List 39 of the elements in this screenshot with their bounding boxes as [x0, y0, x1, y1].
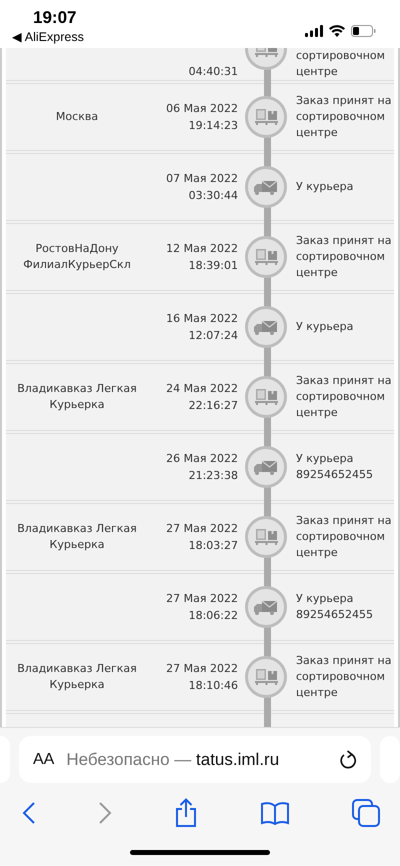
event-time: 18:10:46	[188, 678, 238, 694]
event-time: 18:03:27	[188, 538, 238, 554]
event-status: У курьера	[296, 320, 354, 333]
event-date: 16 Мая 2022	[166, 311, 238, 327]
event-date: 27 Мая 2022	[166, 591, 238, 607]
event-time: 19:14:23	[188, 118, 238, 134]
event-time: 04:40:31	[188, 64, 238, 80]
event-date: 26 Мая 2022	[166, 451, 238, 467]
event-status: У курьера 89254652455	[296, 592, 373, 621]
status-time: 19:07	[33, 8, 76, 28]
event-status: У курьера 89254652455	[296, 452, 373, 481]
event-date: 27 Мая 2022	[166, 661, 238, 677]
url-text: Небезопасно — tatus.iml.ru	[66, 750, 280, 770]
event-date: 06 Мая 2022	[166, 101, 238, 117]
back-to-app-link[interactable]: ◀ AliExpress	[12, 29, 84, 45]
event-status: Заказ принят на сортировочном центре	[296, 234, 392, 279]
event-city: Владикавказ Легкая Курьерка	[17, 382, 137, 411]
event-time: 03:30:44	[188, 188, 238, 204]
event-status: Заказ принят на сортировочном центре	[296, 654, 392, 699]
address-bar[interactable]: AA Небезопасно — tatus.iml.ru	[19, 736, 371, 783]
event-status: Заказ принят на сортировочном центре	[296, 374, 392, 419]
event-status: У курьера	[296, 180, 354, 193]
event-time: 18:39:01	[188, 258, 238, 274]
event-time: 22:16:27	[188, 398, 238, 414]
event-city: Владикавказ Легкая Курьерка	[17, 662, 137, 691]
event-date: 24 Мая 2022	[166, 381, 238, 397]
event-time: 21:23:38	[188, 468, 238, 484]
event-status: сортировочном центре	[296, 49, 385, 78]
event-time: 12:07:24	[188, 328, 238, 344]
event-time: 18:06:22	[188, 608, 238, 624]
event-date: 12 Мая 2022	[166, 241, 238, 257]
event-city: Владикавказ Легкая Курьерка	[17, 522, 137, 551]
event-date: 27 Мая 2022	[166, 521, 238, 537]
event-status: Заказ принят на сортировочном центре	[296, 514, 392, 559]
event-city: РостовНаДону ФилиалКурьерСкл	[23, 242, 131, 271]
text-size-button[interactable]: AA	[33, 750, 54, 768]
event-city: Москва	[56, 110, 98, 123]
event-status: Заказ принят на сортировочном центре	[296, 94, 392, 139]
event-date: 07 Мая 2022	[166, 171, 238, 187]
